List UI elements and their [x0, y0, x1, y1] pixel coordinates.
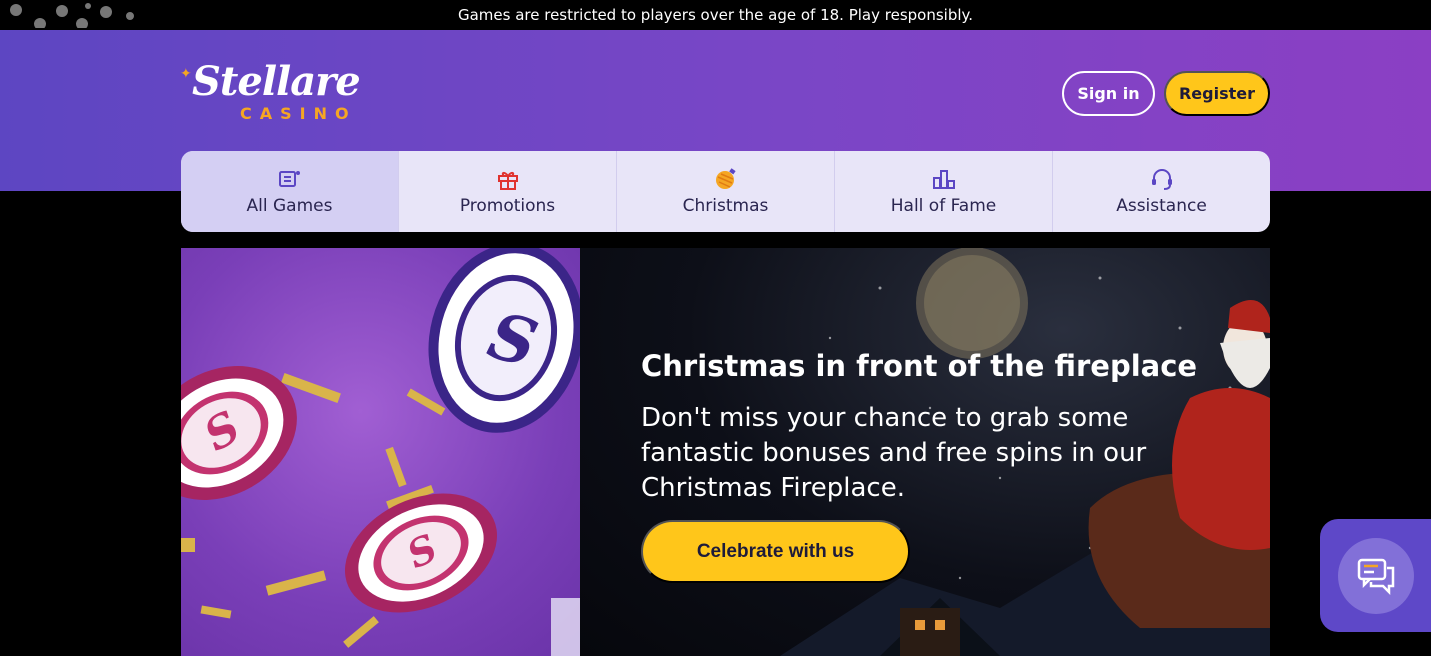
nav-label: Assistance — [1116, 195, 1207, 216]
main-nav: All Games Promotions Christmas Hall of F… — [181, 151, 1270, 232]
casino-chips-illustration: S S S — [181, 248, 580, 656]
promo-chips-banner[interactable]: S S S — [181, 248, 580, 656]
gift-icon — [497, 168, 519, 190]
hero-title: Christmas in front of the fireplace — [641, 349, 1198, 383]
star-icon: ✦ — [180, 66, 192, 82]
chat-icon — [1357, 558, 1395, 595]
ornament-icon — [715, 167, 737, 190]
sign-in-button[interactable]: Sign in — [1062, 71, 1155, 116]
nav-item-assistance[interactable]: Assistance — [1053, 151, 1270, 232]
nav-label: All Games — [246, 195, 333, 216]
logo-name: Stellare — [192, 58, 361, 105]
nav-item-hall-of-fame[interactable]: Hall of Fame — [835, 151, 1053, 232]
nav-item-promotions[interactable]: Promotions — [399, 151, 617, 232]
register-button[interactable]: Register — [1164, 71, 1270, 116]
nav-label: Hall of Fame — [890, 195, 997, 216]
headset-icon — [1151, 168, 1173, 190]
decorative-dots — [10, 3, 134, 28]
nav-item-christmas[interactable]: Christmas — [617, 151, 835, 232]
logo-subtitle: CASINO — [240, 104, 357, 123]
chat-widget[interactable] — [1320, 519, 1431, 632]
chat-button[interactable] — [1338, 538, 1414, 614]
age-restriction-text: Games are restricted to players over the… — [457, 6, 974, 24]
nav-label: Christmas — [682, 195, 769, 216]
age-restriction-bar: Games are restricted to players over the… — [0, 0, 1431, 30]
nav-item-all-games[interactable]: All Games — [181, 151, 399, 232]
games-icon — [278, 168, 301, 190]
podium-icon — [932, 168, 955, 190]
christmas-hero-banner: Christmas in front of the fireplace Don'… — [580, 248, 1270, 656]
nav-label: Promotions — [459, 195, 556, 216]
celebrate-button[interactable]: Celebrate with us — [641, 520, 910, 583]
hero-description: Don't miss your chance to grab some fant… — [641, 403, 1147, 503]
stellare-casino-logo[interactable]: ✦ Stellare CASINO — [180, 58, 412, 126]
